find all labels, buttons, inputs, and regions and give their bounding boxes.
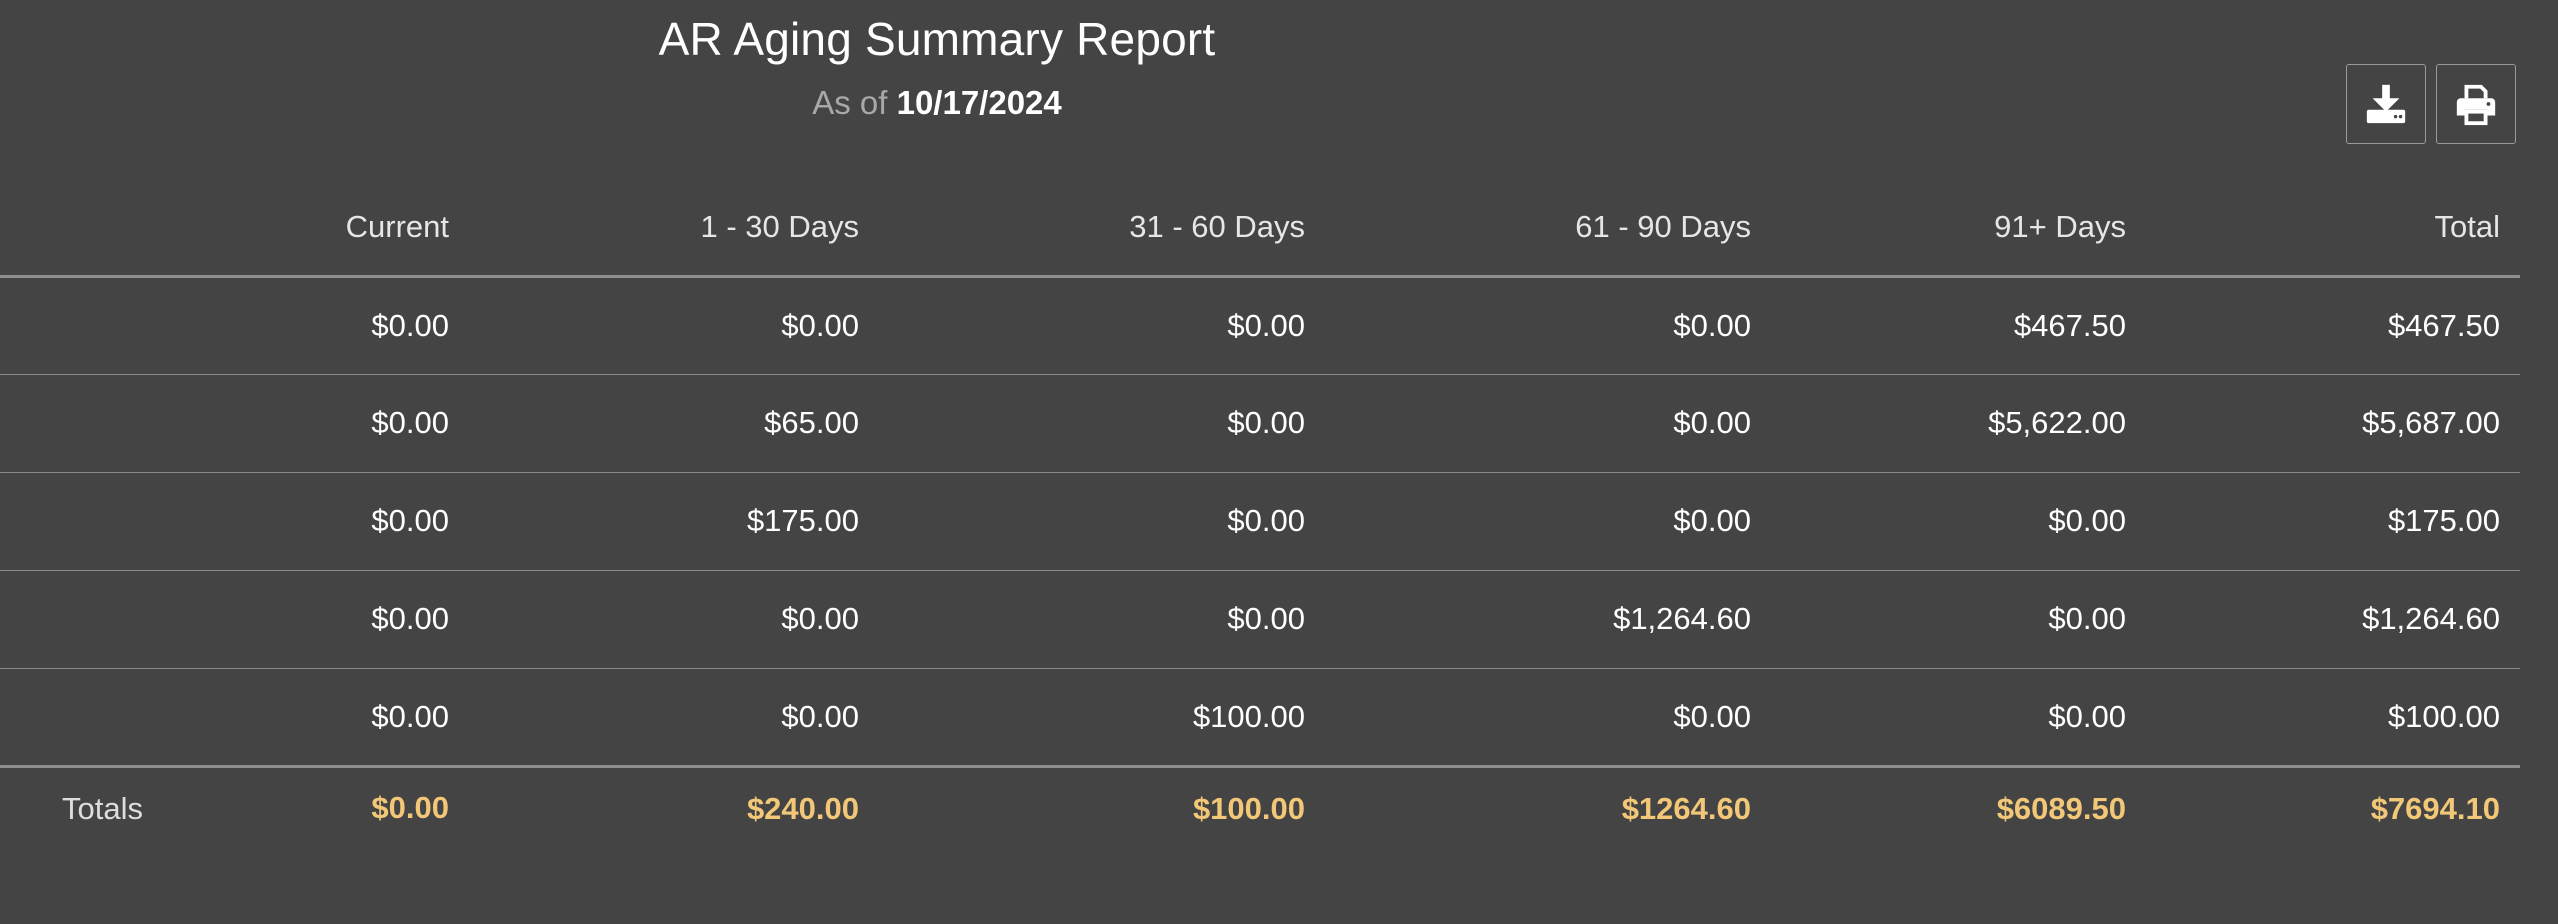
report-subtitle: As of 10/17/2024 — [0, 84, 1874, 122]
table-cell: $100.00 — [2126, 668, 2520, 768]
table-cell: $467.50 — [1751, 276, 2126, 375]
table-row: $0.00 $65.00 $0.00 $0.00 $5,622.00 $5,68… — [0, 374, 2520, 473]
table-row: $0.00 $0.00 $100.00 $0.00 $0.00 $100.00 — [0, 668, 2520, 768]
column-header-31-60-days[interactable]: 31 - 60 Days — [859, 180, 1305, 278]
report-title: AR Aging Summary Report — [658, 13, 1216, 65]
table-row: $0.00 $0.00 $0.00 $1,264.60 $0.00 $1,264… — [0, 570, 2520, 669]
table-cell: $1,264.60 — [1305, 570, 1751, 669]
table-cell: $100.00 — [859, 668, 1305, 768]
table-cell: $0.00 — [859, 570, 1305, 669]
column-header-61-90-days[interactable]: 61 - 90 Days — [1305, 180, 1751, 278]
column-header-total[interactable]: Total — [2126, 180, 2520, 278]
totals-1-30-days: $240.00 — [746, 790, 859, 826]
totals-current: $0.00 — [371, 790, 449, 825]
table-cell: $0.00 — [1751, 472, 2126, 571]
totals-total: $7694.10 — [2370, 790, 2500, 826]
table-cell: $0.00 — [859, 472, 1305, 571]
totals-91-plus-days: $6089.50 — [1996, 790, 2126, 826]
table-cell: $0.00 — [449, 276, 859, 375]
table-cell: $467.50 — [2126, 276, 2520, 375]
table-row: $0.00 $175.00 $0.00 $0.00 $0.00 $175.00 — [0, 472, 2520, 571]
as-of-date: 10/17/2024 — [896, 84, 1062, 121]
table-cell: $175.00 — [449, 472, 859, 571]
print-button[interactable] — [2436, 64, 2516, 144]
table-cell: $0.00 — [0, 374, 449, 473]
totals-31-60-days: $100.00 — [1192, 790, 1305, 826]
ar-aging-report-page: AR Aging Summary Report As of 10/17/2024… — [0, 0, 2558, 924]
download-button[interactable] — [2346, 64, 2426, 144]
printer-icon — [2456, 84, 2496, 126]
table-cell: $0.00 — [449, 570, 859, 669]
table-cell: $0.00 — [859, 276, 1305, 375]
column-header-current[interactable]: Current — [0, 180, 449, 278]
table-cell: $0.00 — [1305, 374, 1751, 473]
table-row: $0.00 $0.00 $0.00 $0.00 $467.50 $467.50 — [0, 276, 2520, 375]
table-cell: $0.00 — [1305, 668, 1751, 768]
table-cell: $0.00 — [1751, 570, 2126, 669]
table-cell: $5,687.00 — [2126, 374, 2520, 473]
table-cell: $175.00 — [2126, 472, 2520, 571]
column-header-91-plus-days[interactable]: 91+ Days — [1751, 180, 2126, 278]
column-header-1-30-days[interactable]: 1 - 30 Days — [449, 180, 859, 278]
totals-61-90-days: $1264.60 — [1621, 790, 1751, 826]
table-cell: $0.00 — [1305, 472, 1751, 571]
table-header-row: Current 1 - 30 Days 31 - 60 Days 61 - 90… — [0, 180, 2520, 278]
table-cell: $0.00 — [0, 668, 449, 768]
table-cell: $0.00 — [859, 374, 1305, 473]
table-cell: $0.00 — [449, 668, 859, 768]
as-of-label: As of — [812, 84, 888, 121]
table-cell: $0.00 — [1751, 668, 2126, 768]
table-cell: $0.00 — [0, 276, 449, 375]
table-cell: $1,264.60 — [2126, 570, 2520, 669]
aging-summary-table: Current 1 - 30 Days 31 - 60 Days 61 - 90… — [0, 180, 2520, 850]
download-icon — [2366, 84, 2406, 124]
table-cell: $65.00 — [449, 374, 859, 473]
table-cell: $5,622.00 — [1751, 374, 2126, 473]
table-cell: $0.00 — [0, 570, 449, 669]
table-cell: $0.00 — [1305, 276, 1751, 375]
table-cell: $0.00 — [0, 472, 449, 571]
